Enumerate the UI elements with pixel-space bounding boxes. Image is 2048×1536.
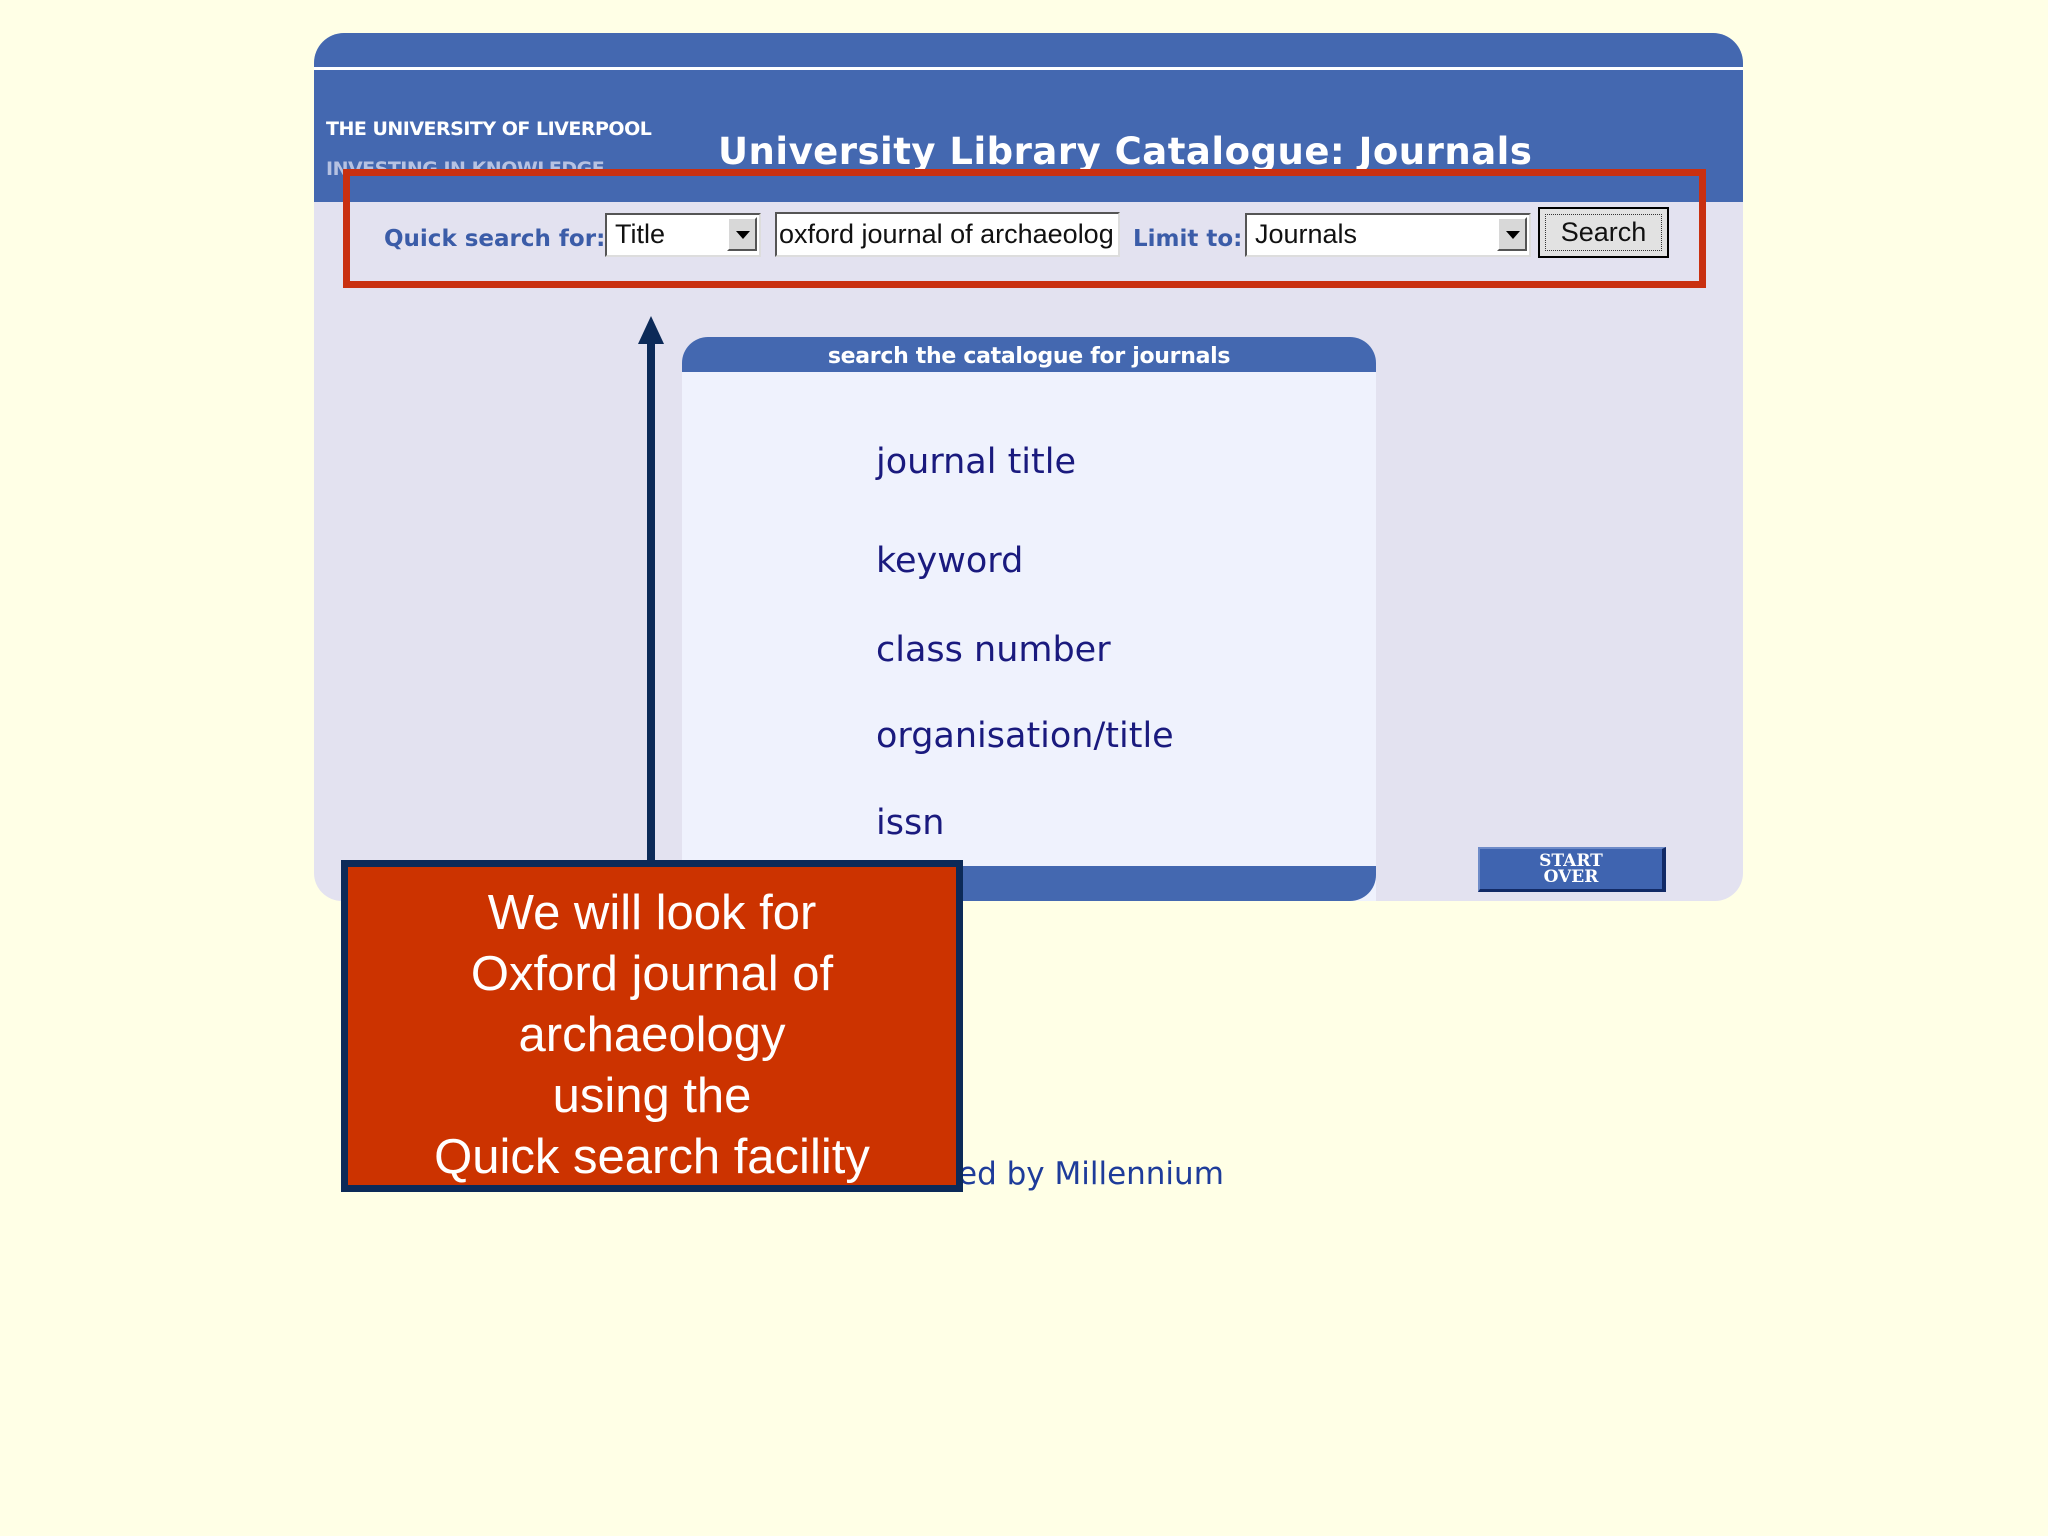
powered-by-text: ed by Millennium (958, 1156, 1224, 1192)
limit-label: Limit to: (1133, 226, 1243, 252)
quick-search-label: Quick search for: (384, 226, 606, 252)
search-button[interactable]: Search (1538, 207, 1669, 258)
search-field-select[interactable]: Title (605, 213, 761, 257)
search-options-panel: search the catalogue for journals (682, 337, 1376, 901)
link-organisation-title[interactable]: organisation/title (876, 716, 1174, 756)
search-button-label: Search (1545, 214, 1662, 251)
search-field-value: Title (615, 219, 666, 249)
panel-heading: search the catalogue for journals (682, 337, 1376, 372)
link-keyword[interactable]: keyword (876, 541, 1023, 581)
arrow-up-icon (638, 316, 664, 344)
start-over-line2: OVER (1543, 867, 1599, 887)
dropdown-arrow-icon[interactable] (1497, 217, 1527, 251)
link-issn[interactable]: issn (876, 803, 944, 843)
dropdown-arrow-icon[interactable] (727, 217, 757, 251)
top-strip (314, 33, 1743, 67)
search-input[interactable]: oxford journal of archaeolog (775, 212, 1120, 257)
pointer-arrow-shaft (647, 340, 655, 870)
start-over-button[interactable]: START OVER (1478, 847, 1666, 892)
page-title: University Library Catalogue: Journals (718, 130, 1533, 173)
limit-select[interactable]: Journals (1245, 213, 1531, 257)
instruction-callout: We will look for Oxford journal of archa… (341, 860, 963, 1192)
link-journal-title[interactable]: journal title (876, 442, 1076, 482)
university-name: THE UNIVERSITY OF LIVERPOOL (326, 118, 652, 140)
link-class-number[interactable]: class number (876, 630, 1111, 670)
limit-value: Journals (1255, 219, 1358, 249)
